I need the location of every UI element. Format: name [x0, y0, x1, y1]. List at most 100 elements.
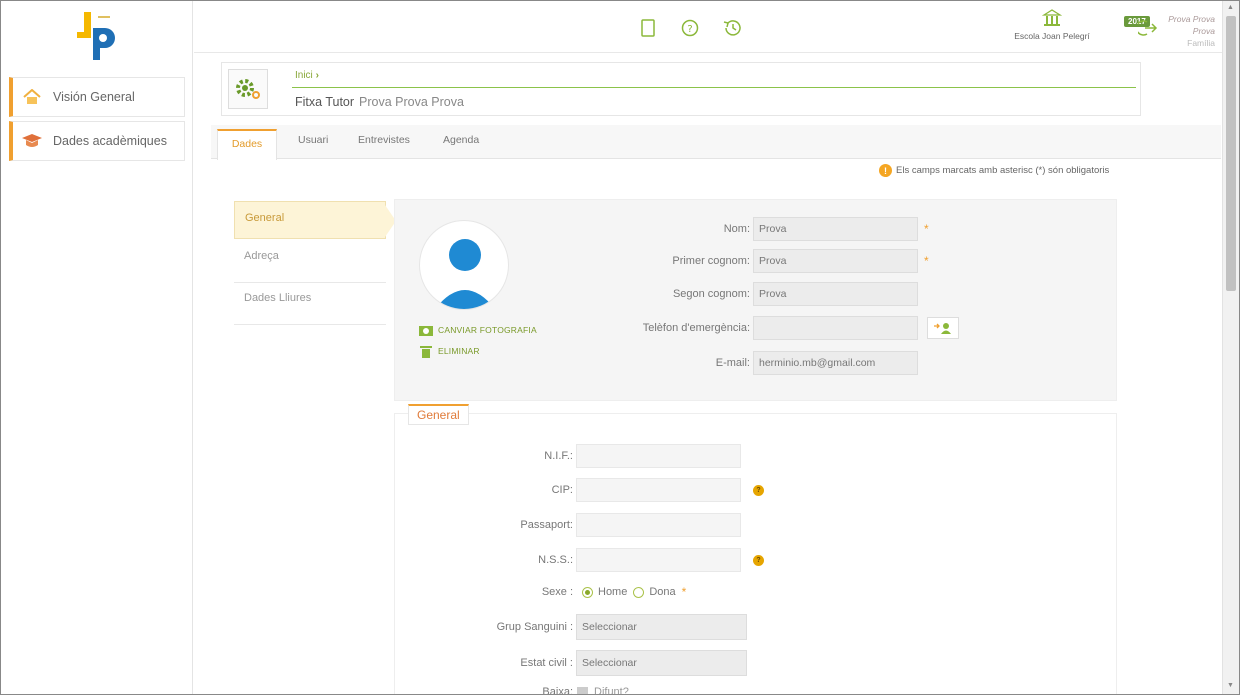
graduation-cap-icon	[21, 132, 43, 150]
tab-bar: Dades Usuari Entrevistes Agenda	[211, 125, 1221, 160]
sexe-home-radio[interactable]	[582, 586, 593, 598]
field-label: Sexe :	[541, 586, 573, 598]
page-title-text: Fitxa Tutor	[295, 95, 355, 109]
chevron-right-icon: ›	[315, 70, 319, 81]
estat-civil-select[interactable]: Seleccionar	[576, 650, 747, 676]
field-email: E-mail: herminio.mb@gmail.com	[605, 351, 918, 375]
nif-input[interactable]	[576, 444, 741, 468]
sexe-dona-label: Dona	[649, 586, 676, 598]
field-baixa: Baixa: Difunt?	[465, 686, 629, 695]
gear-icon	[228, 69, 268, 109]
school-selector[interactable]: Escola Joan Pelegrí	[1012, 9, 1092, 41]
general-legend: General	[408, 404, 469, 425]
field-nif: N.I.F.:	[465, 444, 741, 468]
svg-text:?: ?	[687, 24, 692, 35]
section-nav: General Adreça Dades Lliures	[234, 201, 396, 325]
sidebar: Visión General Dades acadèmiques	[1, 1, 193, 694]
field-nss: N.S.S.: ?	[465, 548, 764, 572]
app-window: Visión General Dades acadèmiques ? Escol…	[0, 0, 1240, 695]
nss-input[interactable]	[576, 548, 741, 572]
passaport-input[interactable]	[576, 513, 741, 537]
tab-usuari[interactable]: Usuari	[298, 134, 328, 146]
scroll-down-icon[interactable]: ▼	[1227, 682, 1234, 689]
sidebar-item-vision-general[interactable]: Visión General	[9, 77, 185, 117]
tab-entrevistes[interactable]: Entrevistes	[358, 134, 410, 146]
trash-icon	[419, 345, 433, 358]
grup-sanguini-select[interactable]: Seleccionar	[576, 614, 747, 640]
difunt-label: Difunt?	[594, 686, 629, 695]
breadcrumb-item[interactable]: Inici	[295, 70, 313, 81]
segon-cognom-input[interactable]: Prova	[753, 282, 918, 306]
field-label: CIP:	[551, 484, 573, 496]
user-name: Prova Prova Prova	[1168, 14, 1215, 36]
field-label: Passaport:	[520, 519, 573, 531]
delete-photo-label: ELIMINAR	[438, 346, 480, 356]
section-nav-dades-lliures[interactable]: Dades Lliures	[234, 283, 386, 325]
primer-cognom-input[interactable]: Prova	[753, 249, 918, 273]
sidebar-item-label: Visión General	[53, 90, 135, 104]
field-cip: CIP: ?	[465, 478, 764, 502]
field-label: Grup Sanguini :	[496, 621, 573, 633]
help-icon[interactable]: ?	[679, 17, 701, 39]
cip-input[interactable]	[576, 478, 741, 502]
page-title-person: Prova Prova Prova	[359, 95, 464, 109]
email-input[interactable]: herminio.mb@gmail.com	[753, 351, 918, 375]
field-label: Baixa:	[542, 686, 573, 695]
change-photo-link[interactable]: CANVIAR FOTOGRAFIA	[419, 324, 537, 336]
add-contact-icon[interactable]	[927, 317, 959, 339]
tab-dades[interactable]: Dades	[217, 129, 277, 160]
header-divider	[292, 87, 1136, 88]
field-nom: Nom: Prova *	[605, 217, 929, 241]
profile-panel: CANVIAR FOTOGRAFIA ELIMINAR Nom: Prova *…	[394, 199, 1117, 401]
field-label: Nom:	[723, 223, 750, 235]
help-icon[interactable]: ?	[753, 484, 764, 496]
history-icon[interactable]	[721, 17, 743, 39]
field-label: N.I.F.:	[544, 450, 573, 462]
section-nav-adreca[interactable]: Adreça	[234, 241, 386, 283]
delete-photo-link[interactable]: ELIMINAR	[419, 345, 480, 358]
field-telefon-emergencia: Telèfon d'emergència:	[605, 316, 959, 340]
warning-icon: !	[879, 164, 892, 177]
breadcrumb[interactable]: Inici ›	[295, 70, 319, 81]
field-label: E-mail:	[715, 357, 750, 369]
field-sexe: Sexe : Home Dona *	[465, 585, 687, 599]
tab-agenda[interactable]: Agenda	[443, 134, 479, 146]
nom-input[interactable]: Prova	[753, 217, 918, 241]
general-section: General N.I.F.: CIP: ? Passaport: N.S.S.…	[394, 404, 1117, 695]
field-label: Estat civil :	[520, 657, 573, 669]
scroll-up-icon[interactable]: ▲	[1227, 4, 1234, 11]
field-label: Primer cognom:	[672, 255, 750, 267]
sexe-dona-radio[interactable]	[633, 586, 645, 598]
profile-photo	[419, 220, 509, 310]
baixa-checkbox[interactable]	[577, 686, 588, 694]
school-icon	[1012, 9, 1092, 31]
field-estat-civil: Estat civil : Seleccionar	[465, 650, 747, 676]
sexe-home-label: Home	[598, 586, 628, 598]
field-passaport: Passaport:	[465, 513, 741, 537]
field-label: Telèfon d'emergència:	[642, 322, 750, 334]
required-notice-text: Els camps marcats amb asterisc (*) són o…	[896, 165, 1110, 176]
scrollbar[interactable]: ▲ ▼	[1222, 1, 1239, 694]
telefon-emergencia-input[interactable]	[753, 316, 918, 340]
sidebar-item-label: Dades acadèmiques	[53, 134, 167, 148]
required-asterisk: *	[924, 254, 929, 268]
required-asterisk: *	[924, 222, 929, 236]
field-grup-sanguini: Grup Sanguini : Seleccionar	[465, 614, 747, 640]
field-primer-cognom: Primer cognom: Prova *	[605, 249, 929, 273]
help-icon[interactable]: ?	[753, 554, 764, 566]
page-header: Inici › Fitxa Tutor Prova Prova Prova	[221, 62, 1141, 116]
topbar: ? Escola Joan Pelegrí 2017 Prova Prova P…	[194, 1, 1222, 53]
required-notice: ! Els camps marcats amb asterisc (*) són…	[879, 164, 1109, 177]
camera-icon	[419, 324, 433, 336]
field-label: Segon cognom:	[672, 288, 750, 300]
tablet-icon[interactable]	[637, 17, 659, 39]
logo[interactable]	[1, 1, 193, 73]
field-segon-cognom: Segon cognom: Prova	[605, 282, 918, 306]
logout-icon[interactable]	[1137, 17, 1159, 39]
section-nav-general[interactable]: General	[234, 201, 396, 239]
required-asterisk: *	[681, 585, 687, 599]
school-name: Escola Joan Pelegrí	[1014, 31, 1090, 41]
scroll-thumb[interactable]	[1226, 16, 1236, 291]
sidebar-item-dades-academiques[interactable]: Dades acadèmiques	[9, 121, 185, 161]
home-icon	[21, 88, 43, 106]
